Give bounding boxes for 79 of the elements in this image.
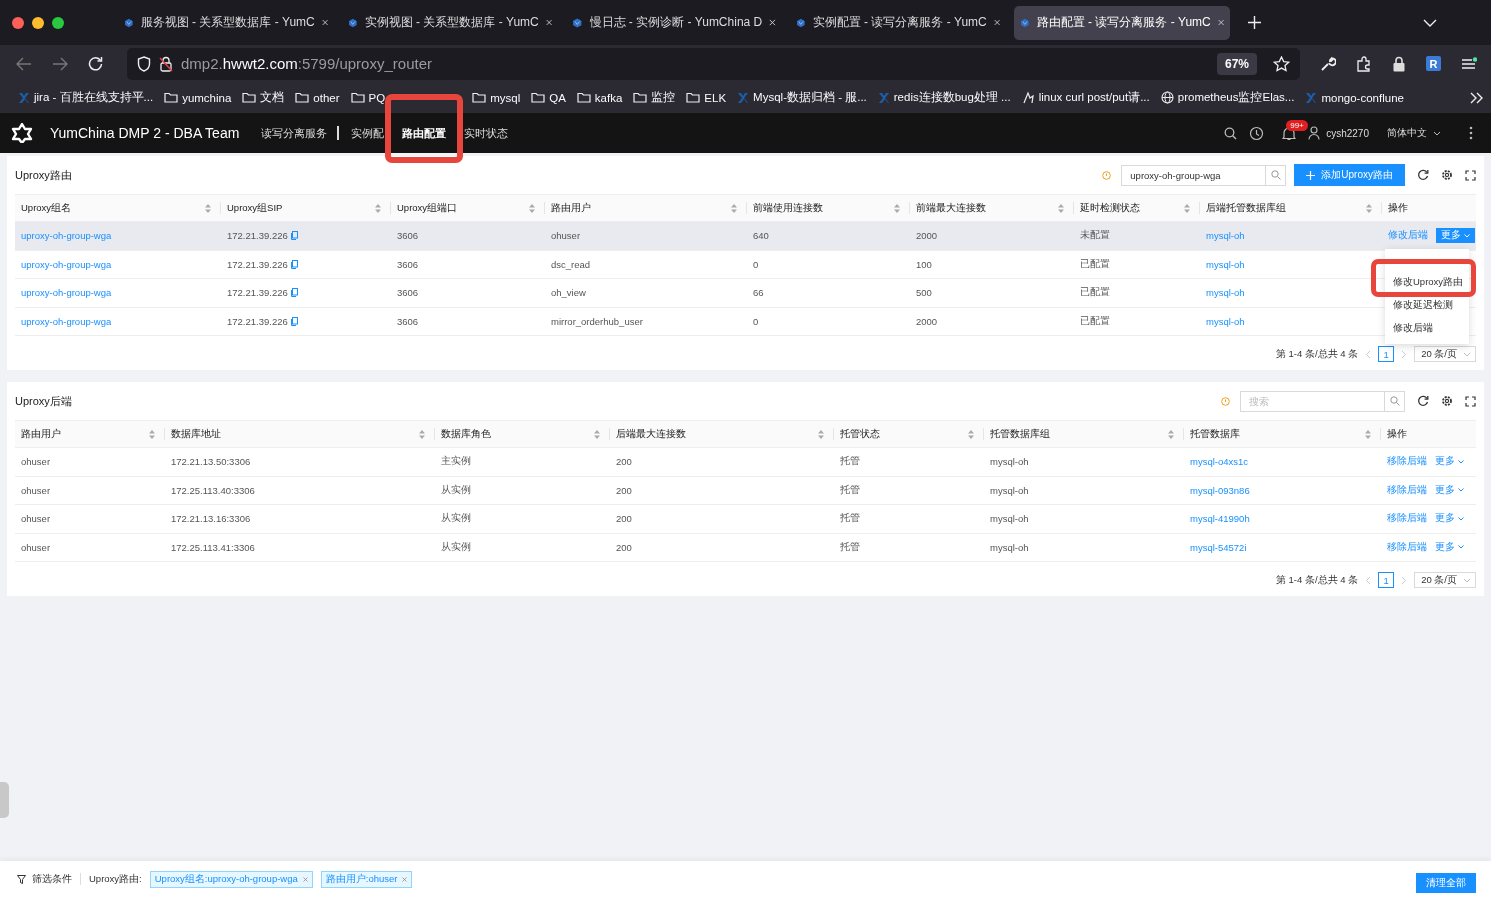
tab-title: 服务视图 - 关系型数据库 - YumC <box>140 14 315 31</box>
notification-badge: 99+ <box>1286 119 1308 131</box>
table-cell: mysql-oh <box>990 513 1029 525</box>
column-header: Uproxy组名 <box>21 201 73 215</box>
table-cell: 2000 <box>916 315 938 327</box>
tab-title: 路由配置 - 读写分离服务 - YumC <box>1036 14 1211 31</box>
table-cell: mysql-oh <box>990 484 1029 496</box>
table-cell: 2000 <box>916 230 938 242</box>
table-cell: 172.25.113.41:3306 <box>171 541 255 553</box>
table-cell: 托管 <box>840 455 860 469</box>
column-header: 延时检测状态 <box>1080 201 1141 215</box>
table-cell: ohuser <box>551 230 581 242</box>
app-title: YumChina DMP 2 - DBA Team <box>50 125 240 141</box>
pagination-summary: 第 1-4 条/总共 4 条 <box>1275 347 1359 361</box>
table-cell: 172.21.39.226 <box>227 287 288 299</box>
tab-title: 实例视图 - 关系型数据库 - YumC <box>364 14 539 31</box>
tab-title: 实例配置 - 读写分离服务 - YumC <box>812 14 987 31</box>
table-cell: ohuser <box>21 541 51 553</box>
table-cell: 托管 <box>840 512 860 526</box>
panel-title: Uproxy路由 <box>15 167 72 183</box>
column-header: 前端最大连接数 <box>916 201 987 215</box>
table-cell: ohuser <box>21 513 51 525</box>
table-cell: 3606 <box>397 258 419 270</box>
column-header: 路由用户 <box>551 201 592 215</box>
table-cell: 172.21.39.226 <box>227 258 288 270</box>
table-cell: ohuser <box>21 484 51 496</box>
column-header: 数据库角色 <box>441 427 492 441</box>
column-header: Uproxy组SIP <box>227 201 284 215</box>
table-cell: mirror_orderhub_user <box>551 315 643 327</box>
tab-title: 慢日志 - 实例诊断 - YumChina D <box>589 14 763 31</box>
table-cell: 100 <box>916 258 932 270</box>
table-cell: 3606 <box>397 315 419 327</box>
table-cell: mysql-oh <box>990 541 1029 553</box>
table-cell: 已配置 <box>1080 286 1110 300</box>
table-cell: 200 <box>616 456 632 468</box>
table-cell: 172.21.13.16:3306 <box>171 513 251 525</box>
filter-title: 筛选条件 <box>32 872 72 886</box>
column-header: 托管数据库组 <box>990 427 1051 441</box>
table-cell: 从实例 <box>441 512 471 526</box>
column-header: 托管状态 <box>840 427 881 441</box>
table-cell: ohuser <box>21 456 51 468</box>
table-cell: 主实例 <box>441 455 471 469</box>
table-cell: dsc_read <box>551 258 591 270</box>
column-header: 数据库地址 <box>171 427 222 441</box>
table-cell: 托管 <box>840 540 860 554</box>
column-header: 托管数据库 <box>1190 427 1241 441</box>
table-cell: 从实例 <box>441 540 471 554</box>
table-cell: 500 <box>916 287 932 299</box>
pagination-summary: 第 1-4 条/总共 4 条 <box>1275 573 1359 587</box>
panel-title: Uproxy后端 <box>15 393 72 409</box>
column-header: 操作 <box>1388 201 1409 215</box>
column-header: 前端使用连接数 <box>753 201 824 215</box>
url-text: dmp2.hwwt2.com:5799/uproxy_router <box>181 55 432 72</box>
table-cell: mysql-oh <box>990 456 1029 468</box>
table-cell: 0 <box>753 315 759 327</box>
table-cell: 托管 <box>840 483 860 497</box>
column-header: 后端托管数据库组 <box>1206 201 1287 215</box>
table-cell: 200 <box>616 513 632 525</box>
column-header: 路由用户 <box>21 427 62 441</box>
table-cell: 172.21.39.226 <box>227 230 288 242</box>
table-cell: 3606 <box>397 287 419 299</box>
column-header: Uproxy组端口 <box>397 201 459 215</box>
table-cell: 0 <box>753 258 759 270</box>
table-cell: 200 <box>616 484 632 496</box>
table-cell: 172.25.113.40:3306 <box>171 484 255 496</box>
filter-group-label: Uproxy路由: <box>89 872 142 886</box>
table-cell: 从实例 <box>441 483 471 497</box>
table-cell: 200 <box>616 541 632 553</box>
table-cell: 172.21.39.226 <box>227 315 288 327</box>
table-cell: 66 <box>753 287 764 299</box>
table-cell: 172.21.13.50:3306 <box>171 456 251 468</box>
table-cell: 3606 <box>397 230 419 242</box>
column-header: 操作 <box>1387 427 1408 441</box>
table-cell: 640 <box>753 230 769 242</box>
table-cell: 已配置 <box>1080 314 1110 328</box>
table-cell: 已配置 <box>1080 257 1110 271</box>
column-header: 后端最大连接数 <box>616 427 687 441</box>
table-cell: 未配置 <box>1080 229 1110 243</box>
table-cell: oh_view <box>551 287 586 299</box>
